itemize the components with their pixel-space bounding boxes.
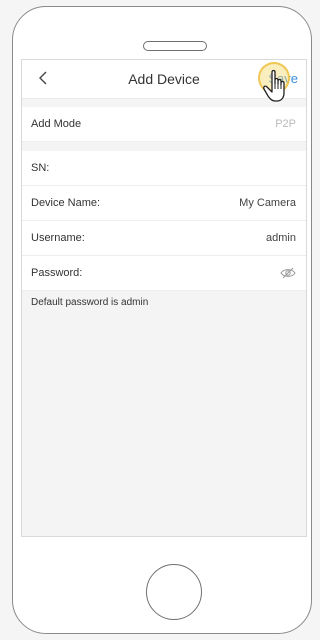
- add-mode-value: P2P: [275, 118, 296, 130]
- home-button[interactable]: [146, 564, 202, 620]
- password-hint: Default password is admin: [31, 297, 149, 308]
- app-screen: Add Device Save Add Mode P2P SN: Device …: [21, 59, 307, 537]
- device-name-label: Device Name:: [31, 197, 101, 209]
- password-label: Password:: [31, 267, 83, 279]
- hand-pointer-icon: [263, 69, 285, 102]
- add-mode-label: Add Mode: [31, 118, 82, 130]
- sn-label: SN:: [31, 162, 50, 174]
- sn-field[interactable]: SN:: [22, 151, 306, 186]
- device-name-value: My Camera: [239, 197, 296, 209]
- username-field[interactable]: Username: admin: [22, 221, 306, 256]
- add-mode-row[interactable]: Add Mode P2P: [22, 107, 306, 142]
- username-value: admin: [266, 232, 296, 244]
- device-name-field[interactable]: Device Name: My Camera: [22, 186, 306, 221]
- username-label: Username:: [31, 232, 85, 244]
- eye-off-icon[interactable]: [280, 267, 296, 279]
- phone-speaker: [143, 41, 207, 51]
- password-field[interactable]: Password:: [22, 256, 306, 291]
